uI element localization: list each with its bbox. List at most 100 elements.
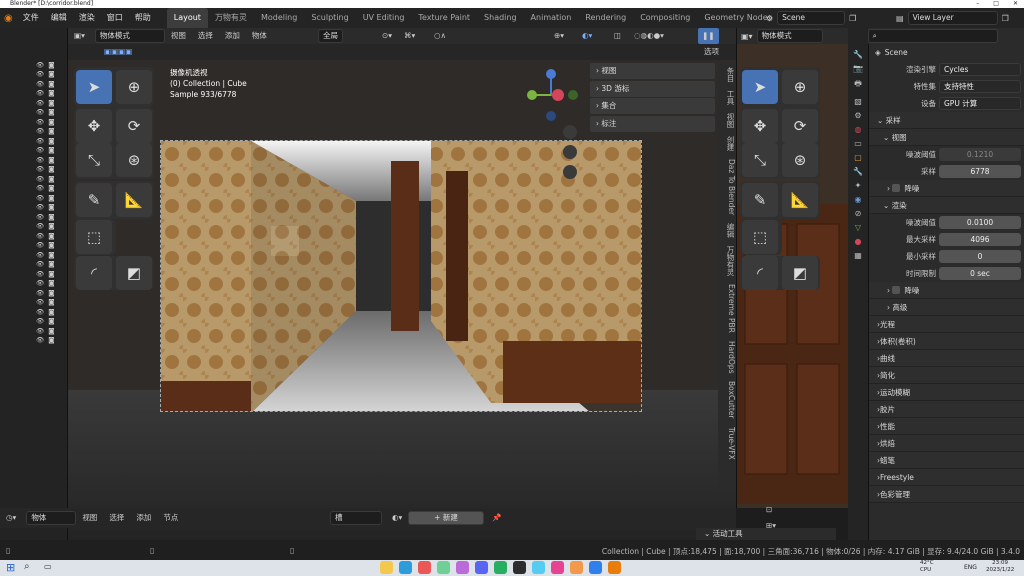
tab-rendering[interactable]: Rendering: [578, 8, 633, 28]
outliner-row[interactable]: 👁 ◙: [0, 269, 67, 279]
system-clock[interactable]: 23:09 2023/1/22: [986, 560, 1014, 574]
render-camera-icon[interactable]: ◙: [48, 61, 54, 69]
outliner-row[interactable]: 👁 ◙: [0, 317, 67, 327]
modifier-tab-icon[interactable]: 🔧: [853, 167, 863, 176]
properties-section[interactable]: › 曲线: [869, 350, 1024, 367]
visibility-eye-icon[interactable]: 👁: [36, 203, 44, 211]
sidebar-tab[interactable]: 条目: [718, 63, 736, 86]
visibility-eye-icon[interactable]: 👁: [36, 194, 44, 202]
outliner-row[interactable]: 👁 ◙: [0, 222, 67, 232]
rotate-tool[interactable]: ⟳: [116, 109, 152, 143]
windows-start-icon[interactable]: ⊞: [6, 561, 15, 574]
texture-tab-icon[interactable]: ▦: [854, 251, 862, 260]
visibility-eye-icon[interactable]: 👁: [36, 70, 44, 78]
panel-view[interactable]: › 视图: [590, 63, 715, 79]
object-tab-icon[interactable]: ▢: [854, 153, 862, 162]
close-button[interactable]: ✕: [1013, 0, 1018, 8]
outliner-row[interactable]: 👁 ◙: [0, 127, 67, 137]
render-camera-icon[interactable]: ◙: [48, 165, 54, 173]
menu-select[interactable]: 选择: [192, 28, 219, 44]
visibility-eye-icon[interactable]: 👁: [36, 127, 44, 135]
new-scene-icon[interactable]: ❐: [849, 14, 856, 23]
visibility-eye-icon[interactable]: 👁: [36, 241, 44, 249]
render-camera-icon[interactable]: ◙: [48, 260, 54, 268]
cursor-tool[interactable]: ⊕: [116, 70, 152, 104]
outliner-row[interactable]: 👁 ◙: [0, 298, 67, 308]
properties-section[interactable]: › 体积(卷积): [869, 333, 1024, 350]
properties-section[interactable]: › 简化: [869, 367, 1024, 384]
editor-type-icon[interactable]: ▣▾: [68, 28, 91, 44]
properties-section[interactable]: › 运动模糊: [869, 384, 1024, 401]
sidebar-tab[interactable]: BoxCutter: [718, 377, 736, 423]
slot-selector[interactable]: 槽: [330, 511, 382, 525]
viewport-denoise-section[interactable]: › 降噪: [869, 180, 1024, 197]
visibility-eye-icon[interactable]: 👁: [36, 89, 44, 97]
app-icon-12[interactable]: [589, 561, 602, 574]
world-tab-icon[interactable]: ◍: [855, 125, 862, 134]
properties-section[interactable]: › Freestyle: [869, 469, 1024, 486]
collection-tab-icon[interactable]: ▭: [854, 139, 862, 148]
tab-layout[interactable]: Layout: [166, 8, 208, 28]
render-camera-icon[interactable]: ◙: [48, 203, 54, 211]
new-view-layer-icon[interactable]: ❐: [1002, 14, 1009, 23]
transform-tool[interactable]: ⊛: [116, 143, 152, 177]
pivot-icon[interactable]: ⊙▾: [376, 28, 398, 44]
scene-icon[interactable]: ⚙: [766, 14, 773, 23]
sidebar-tab[interactable]: 视图: [718, 109, 736, 132]
visibility-eye-icon[interactable]: 👁: [36, 298, 44, 306]
input-language[interactable]: ENG: [964, 564, 977, 571]
visibility-eye-icon[interactable]: 👁: [36, 308, 44, 316]
visibility-eye-icon[interactable]: 👁: [36, 270, 44, 278]
outliner-row[interactable]: 👁 ◙: [0, 174, 67, 184]
menu-add[interactable]: 添加: [219, 28, 246, 44]
app-icon-9[interactable]: [532, 561, 545, 574]
min-samples-field[interactable]: 0: [939, 250, 1021, 263]
annotate-tool[interactable]: ✎: [76, 183, 112, 217]
view-layer-icon[interactable]: ▤: [896, 14, 904, 23]
visibility-eye-icon[interactable]: 👁: [36, 184, 44, 192]
render-denoise-section[interactable]: › 降噪: [869, 282, 1024, 299]
visibility-eye-icon[interactable]: 👁: [36, 317, 44, 325]
scale-tool-2[interactable]: ⤡: [742, 143, 778, 177]
visibility-eye-icon[interactable]: 👁: [36, 279, 44, 287]
advanced-section[interactable]: › 高级: [869, 299, 1024, 316]
tab-wanwu[interactable]: 万物有灵: [208, 8, 254, 28]
panel-collections[interactable]: › 集合: [590, 98, 715, 114]
annotate-tool-2[interactable]: ✎: [742, 183, 778, 217]
wechat-icon[interactable]: [494, 561, 507, 574]
panel-3d-cursor[interactable]: › 3D 游标: [590, 80, 715, 97]
mode-selector-2[interactable]: 物体模式: [756, 29, 823, 43]
render-camera-icon[interactable]: ◙: [48, 298, 54, 306]
boxcutter-tool-2[interactable]: ◩: [782, 256, 818, 290]
outliner-row[interactable]: 👁 ◙: [0, 203, 67, 213]
properties-section[interactable]: › 性能: [869, 418, 1024, 435]
outliner-row[interactable]: 👁 ◙: [0, 89, 67, 99]
minimize-button[interactable]: –: [976, 0, 979, 8]
blender-logo-icon[interactable]: ◉: [0, 13, 17, 24]
maximize-button[interactable]: □: [993, 0, 999, 8]
move-tool[interactable]: ✥: [76, 109, 112, 143]
visibility-eye-icon[interactable]: 👁: [36, 175, 44, 183]
outliner-row[interactable]: 👁 ◙: [0, 288, 67, 298]
new-material-button[interactable]: + 新建: [408, 511, 484, 525]
select-box-tool[interactable]: ➤: [76, 70, 112, 104]
render-camera-icon[interactable]: ◙: [48, 232, 54, 240]
hardops-tool-2[interactable]: ◜: [742, 256, 778, 290]
render-camera-icon[interactable]: ◙: [48, 327, 54, 335]
viewport-noise-field[interactable]: 0.1210: [939, 148, 1021, 161]
render-camera-icon[interactable]: ◙: [48, 270, 54, 278]
transform-tool-2[interactable]: ⊛: [782, 143, 818, 177]
render-camera-icon[interactable]: ◙: [48, 108, 54, 116]
sidebar-tab[interactable]: 创建: [718, 132, 736, 155]
measure-tool[interactable]: 📐: [116, 183, 152, 217]
tab-shading[interactable]: Shading: [477, 8, 524, 28]
mode-selector[interactable]: 物体模式: [94, 29, 165, 43]
overlay-toggle-icon[interactable]: ◐▾: [576, 28, 598, 44]
outliner-row[interactable]: 👁 ◙: [0, 60, 67, 70]
tab-uv-editing[interactable]: UV Editing: [356, 8, 412, 28]
menu-object[interactable]: 物体: [246, 28, 273, 44]
outliner-row[interactable]: 👁 ◙: [0, 165, 67, 175]
measure-tool-2[interactable]: 📐: [782, 183, 818, 217]
discord-icon[interactable]: [475, 561, 488, 574]
subsection-render[interactable]: ⌄ 渲染: [869, 197, 1024, 214]
